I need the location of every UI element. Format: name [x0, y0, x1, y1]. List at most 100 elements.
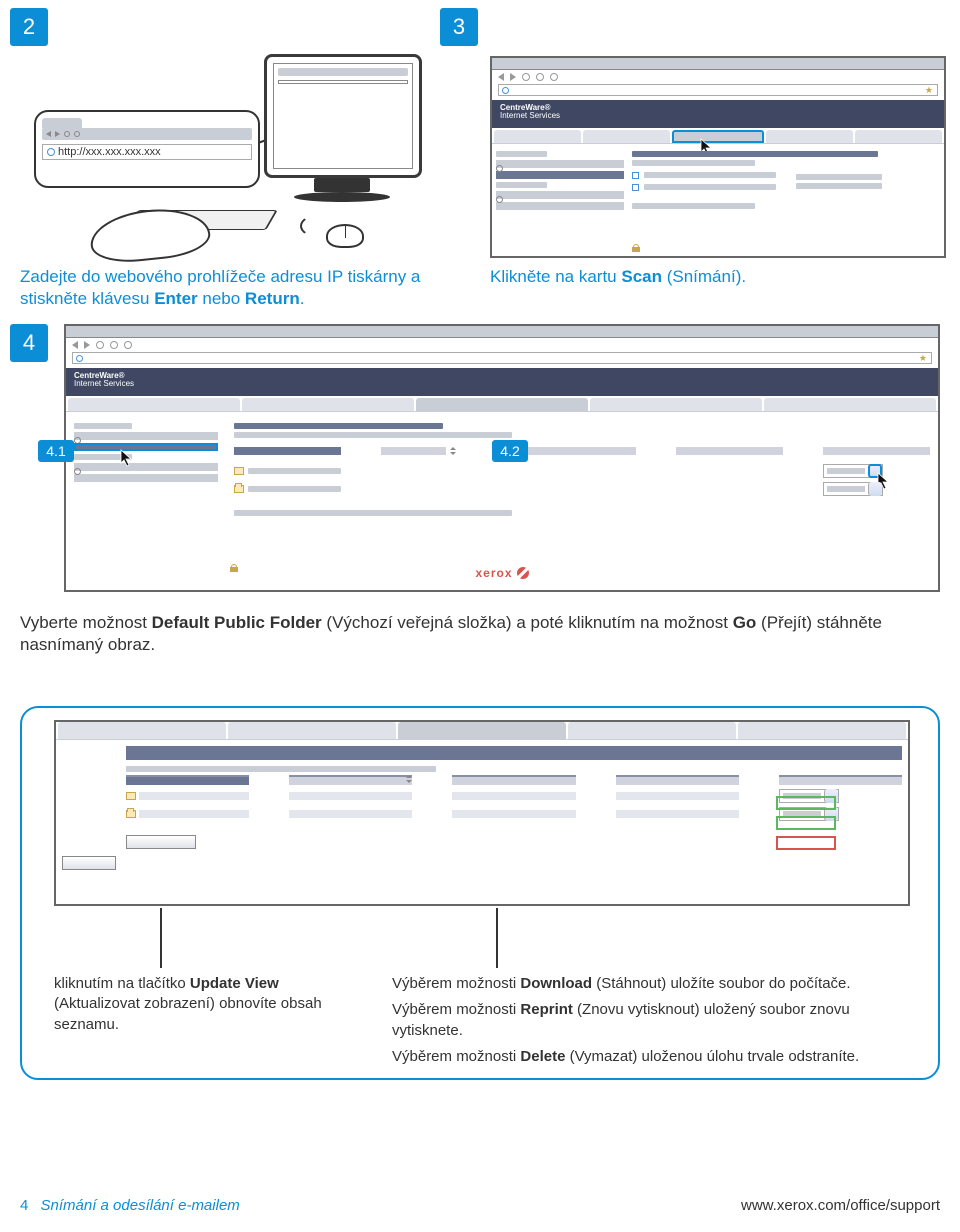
cw-tab-2[interactable] — [228, 722, 396, 739]
browser-address-callout: http://xxx.xxx.xxx.xxx — [34, 110, 260, 188]
sidebar-radio-2[interactable] — [74, 463, 218, 471]
centreware-subtitle: Internet Services — [500, 112, 936, 120]
nav-fwd-icon — [510, 73, 516, 81]
centreware-title: CentreWare® — [500, 104, 936, 112]
xerox-ball-icon — [517, 567, 529, 579]
detail-main — [120, 740, 908, 886]
folder-closed-icon — [126, 792, 136, 800]
detail-sidebar — [56, 740, 120, 886]
nav-back-icon — [498, 73, 504, 81]
download-option[interactable] — [776, 796, 836, 810]
centreware-tabs — [66, 398, 938, 412]
cw-tab-4[interactable] — [568, 722, 736, 739]
cw-tab-scan[interactable] — [398, 722, 566, 739]
cw-tab-scan[interactable] — [672, 130, 763, 143]
cw-tab-1[interactable] — [58, 722, 226, 739]
address-url: http://xxx.xxx.xxx.xxx — [58, 146, 161, 158]
nav-back-icon — [72, 341, 78, 349]
favorite-star-icon: ★ — [925, 85, 937, 96]
detail-text-right: Výběrem možnosti Download (Stáhnout) ulo… — [392, 974, 912, 1067]
step2-instruction: Zadejte do webového prohlížeče adresu IP… — [20, 266, 440, 311]
nav-stop-icon — [536, 73, 544, 81]
leader-line-2 — [496, 908, 498, 968]
cw-tab-5[interactable] — [855, 130, 942, 143]
cw-tab-1[interactable] — [68, 398, 240, 411]
monitor-stand — [314, 178, 370, 192]
step-badge-4-1: 4.1 — [38, 440, 74, 462]
xerox-logo-row: xerox — [66, 564, 938, 582]
cw-sidebar — [66, 412, 226, 576]
detail-browser-window — [54, 720, 910, 906]
window-titlebar — [492, 58, 944, 70]
update-view-button[interactable] — [62, 856, 116, 870]
update-view-button-main[interactable] — [126, 835, 196, 849]
nav-reload-icon — [96, 341, 104, 349]
centreware-banner: CentreWare® Internet Services — [492, 100, 944, 128]
footer-url: www.xerox.com/office/support — [741, 1197, 940, 1214]
sort-arrows-icon[interactable] — [450, 447, 456, 455]
monitor-icon — [264, 54, 422, 178]
footer-page-number: 4 — [20, 1197, 28, 1214]
browser-toolbar-stub — [42, 128, 252, 140]
mouse-icon — [326, 224, 364, 248]
nav-reload-icon — [74, 131, 80, 137]
folder-closed-icon — [632, 172, 639, 179]
globe-icon — [47, 148, 55, 156]
nav-stop-icon — [64, 131, 70, 137]
cw-main — [628, 144, 944, 256]
folder-open-icon — [234, 485, 244, 493]
cw-tab-2[interactable] — [242, 398, 414, 411]
lock-icon — [632, 244, 640, 252]
address-bar[interactable]: http://xxx.xxx.xxx.xxx — [42, 144, 252, 160]
nav-back-icon — [46, 131, 51, 137]
footer-title: Snímání a odesílání e-mailem — [41, 1197, 240, 1214]
delete-option[interactable] — [776, 836, 836, 850]
address-bar[interactable]: ★ — [72, 352, 932, 364]
go-select-2[interactable] — [823, 482, 883, 496]
cw-tab-5[interactable] — [764, 398, 936, 411]
folder-open-icon — [632, 184, 639, 191]
address-bar[interactable]: ★ — [498, 84, 938, 96]
globe-icon — [76, 355, 83, 362]
cw-tab-2[interactable] — [583, 130, 670, 143]
step-badge-2: 2 — [10, 8, 48, 46]
monitor-base — [294, 192, 390, 202]
centreware-title: CentreWare® — [74, 372, 930, 380]
monitor-screen — [273, 63, 413, 169]
go-button-2[interactable] — [868, 482, 882, 496]
sidebar-item-other[interactable] — [74, 474, 218, 482]
sidebar-radio-1[interactable] — [74, 432, 218, 440]
leader-line-1 — [160, 908, 162, 968]
centreware-tabs — [492, 130, 944, 144]
centreware-tabs — [56, 722, 908, 740]
detail-callout: kliknutím na tlačítko Update View (Aktua… — [20, 706, 940, 1080]
nav-home-icon — [550, 73, 558, 81]
reprint-option[interactable] — [776, 816, 836, 830]
step4-instruction: Vyberte možnost Default Public Folder (V… — [20, 612, 920, 657]
cw-tab-1[interactable] — [494, 130, 581, 143]
cw-main — [226, 412, 938, 576]
page-footer: 4 Snímání a odesílání e-mailem www.xerox… — [0, 1197, 960, 1214]
step-badge-3: 3 — [440, 8, 478, 46]
folder-closed-icon — [234, 467, 244, 475]
sidebar-item-default-public-folder[interactable] — [74, 443, 218, 451]
cw-tab-5[interactable] — [738, 722, 906, 739]
go-select[interactable] — [823, 464, 883, 478]
cw-tab-4[interactable] — [766, 130, 853, 143]
step3-browser-window: ★ CentreWare® Internet Services — [490, 56, 946, 258]
cw-tab-4[interactable] — [590, 398, 762, 411]
cw-sidebar — [492, 144, 628, 256]
nav-reload-icon — [522, 73, 530, 81]
window-navrow — [66, 338, 938, 352]
sort-arrows-icon[interactable] — [406, 775, 412, 783]
centreware-subtitle: Internet Services — [74, 380, 930, 388]
action-options-overlay — [776, 796, 836, 850]
step-badge-4-2: 4.2 — [492, 440, 528, 462]
go-button[interactable] — [868, 464, 882, 478]
window-titlebar — [66, 326, 938, 338]
step3-instruction: Klikněte na kartu Scan (Snímání). — [490, 266, 910, 288]
nav-stop-icon — [110, 341, 118, 349]
nav-home-icon — [124, 341, 132, 349]
favorite-star-icon: ★ — [919, 353, 931, 364]
cw-tab-scan[interactable] — [416, 398, 588, 411]
